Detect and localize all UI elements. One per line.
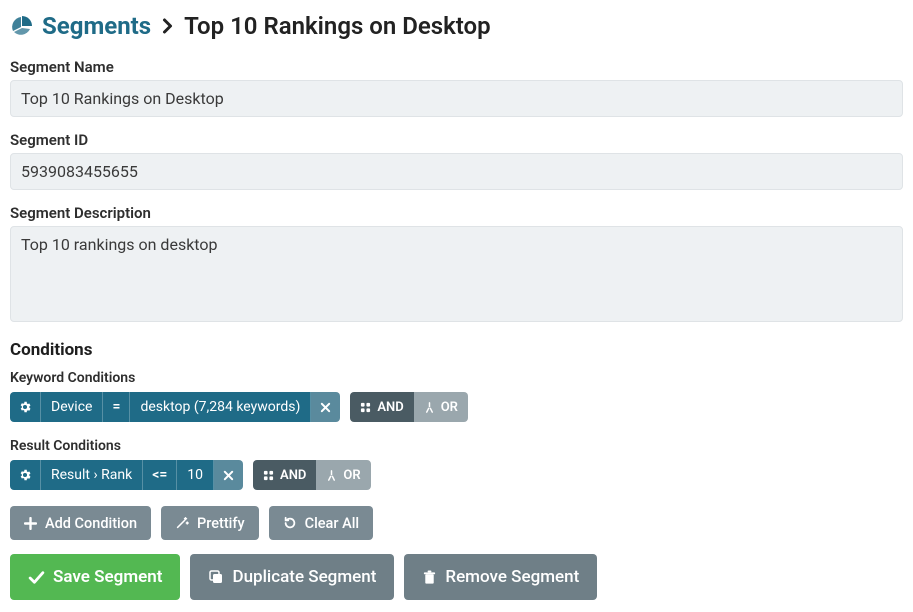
breadcrumb-root-link[interactable]: Segments [10,12,151,40]
result-logic-toggle: AND OR [253,460,371,490]
logic-and-label: AND [280,468,306,483]
keyword-conditions-label: Keyword Conditions [10,370,903,386]
remove-segment-label: Remove Segment [445,567,579,587]
condition-field: Result › Rank [41,460,143,490]
keyword-logic-toggle: AND OR [350,392,468,422]
primary-actions-row: Save Segment Duplicate Segment Remove Se… [10,554,903,600]
gear-icon[interactable] [10,392,41,422]
remove-segment-button[interactable]: Remove Segment [404,554,597,600]
segments-icon [10,14,34,38]
condition-value: 10 [177,460,214,490]
prettify-label: Prettify [197,515,245,532]
save-segment-label: Save Segment [53,567,162,587]
segment-id-label: Segment ID [10,131,903,149]
clear-all-button[interactable]: Clear All [269,506,373,540]
condition-value: desktop (7,284 keywords) [130,392,311,422]
prettify-button[interactable]: Prettify [161,506,259,540]
check-icon [28,569,45,586]
trash-icon [422,569,437,585]
logic-and-label: AND [377,400,403,415]
duplicate-segment-label: Duplicate Segment [232,567,376,587]
plus-icon [24,517,37,530]
result-conditions-label: Result Conditions [10,438,903,454]
logic-or-label: OR [343,468,360,483]
segment-name-input[interactable] [10,80,903,117]
segment-description-label: Segment Description [10,204,903,222]
logic-or-label: OR [441,400,458,415]
keyword-condition-row: Device = desktop (7,284 keywords) AND OR [10,392,903,422]
clear-all-label: Clear All [305,515,359,532]
chevron-right-icon [161,17,174,35]
or-icon [326,470,337,481]
result-condition-tag[interactable]: Result › Rank <= 10 [10,460,243,490]
close-icon [223,470,234,481]
logic-or-button[interactable]: OR [316,460,370,490]
condition-operator: <= [143,460,177,490]
condition-operator: = [103,392,130,422]
and-icon [360,402,371,413]
logic-and-button[interactable]: AND [253,460,316,490]
breadcrumb-current: Top 10 Rankings on Desktop [184,12,491,40]
segment-name-group: Segment Name [10,58,903,117]
close-icon [320,402,331,413]
segment-description-group: Segment Description [10,204,903,326]
wand-icon [175,516,189,530]
segment-description-input[interactable] [10,226,903,322]
and-icon [263,470,274,481]
add-condition-button[interactable]: Add Condition [10,506,151,540]
logic-or-button[interactable]: OR [414,392,468,422]
or-icon [424,402,435,413]
remove-condition-button[interactable] [214,460,243,490]
result-condition-row: Result › Rank <= 10 AND OR [10,460,903,490]
add-condition-label: Add Condition [45,515,137,532]
remove-condition-button[interactable] [311,392,340,422]
condition-actions-row: Add Condition Prettify Clear All [10,506,903,540]
save-segment-button[interactable]: Save Segment [10,554,180,600]
conditions-heading: Conditions [10,340,903,360]
logic-and-button[interactable]: AND [350,392,413,422]
duplicate-segment-button[interactable]: Duplicate Segment [190,554,394,600]
breadcrumb: Segments Top 10 Rankings on Desktop [10,12,903,40]
gear-icon[interactable] [10,460,41,490]
undo-icon [283,516,297,530]
copy-icon [208,569,224,585]
segment-id-input[interactable] [10,153,903,190]
condition-field: Device [41,392,103,422]
segment-name-label: Segment Name [10,58,903,76]
segment-id-group: Segment ID [10,131,903,190]
keyword-condition-tag[interactable]: Device = desktop (7,284 keywords) [10,392,340,422]
breadcrumb-root-label: Segments [42,12,151,40]
